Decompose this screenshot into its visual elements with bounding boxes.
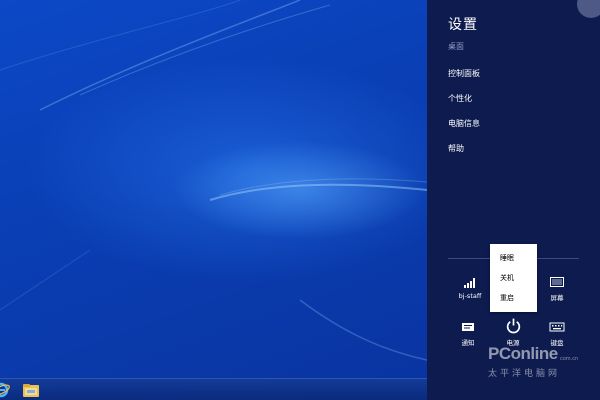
keyboard-label: 键盘 (550, 339, 564, 347)
settings-item-control-panel[interactable]: 控制面板 (448, 68, 480, 79)
power-options-menu: 睡眠 关机 重启 (490, 244, 537, 312)
wallpaper-light-streaks (0, 0, 427, 361)
screen-brightness-icon (550, 277, 564, 287)
settings-item-help[interactable]: 帮助 (448, 143, 464, 154)
notification-icon (462, 323, 474, 331)
power-option-restart[interactable]: 重启 (500, 293, 514, 303)
power-button[interactable]: 电源 (493, 317, 533, 347)
power-icon (506, 318, 520, 334)
power-option-sleep[interactable]: 睡眠 (500, 253, 514, 263)
notifications-button[interactable]: 通知 (448, 320, 488, 347)
power-label: 电源 (506, 339, 520, 347)
power-option-shutdown[interactable]: 关机 (500, 273, 514, 283)
screen: 设置 桌面 控制面板 个性化 电脑信息 帮助 bj-staff 屏幕 通知 电源… (0, 0, 600, 400)
charm-context-label: 桌面 (448, 42, 464, 51)
network-button[interactable]: bj-staff (450, 275, 490, 300)
network-label: bj-staff (458, 292, 482, 300)
screen-label: 屏幕 (550, 294, 564, 302)
screen-button[interactable]: 屏幕 (537, 275, 577, 302)
notifications-label: 通知 (461, 339, 475, 347)
wifi-signal-icon (464, 278, 475, 288)
settings-item-personalization[interactable]: 个性化 (448, 93, 472, 104)
keyboard-icon (549, 322, 565, 332)
file-explorer-folder-icon[interactable] (22, 381, 40, 399)
settings-item-pc-info[interactable]: 电脑信息 (448, 118, 480, 129)
internet-explorer-icon[interactable] (0, 381, 10, 399)
keyboard-button[interactable]: 键盘 (537, 320, 577, 347)
charm-title: 设置 (448, 17, 478, 33)
